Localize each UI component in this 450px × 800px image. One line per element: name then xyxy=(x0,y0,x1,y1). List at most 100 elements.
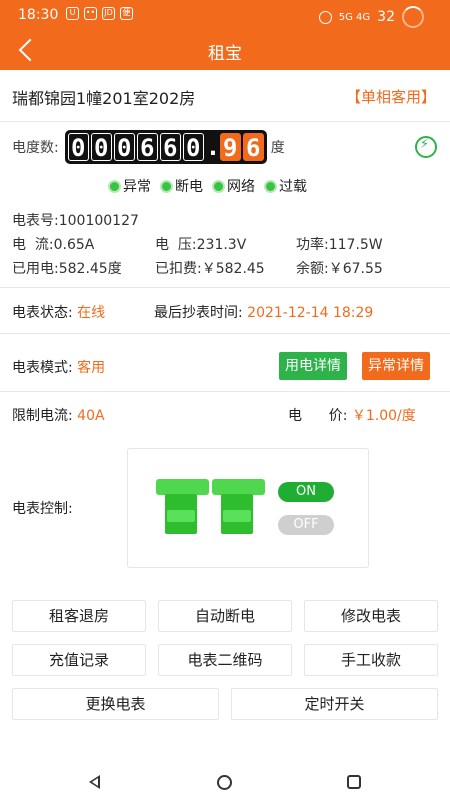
status-bar: 18:30 U •• JD 便 5G 4G 32 xyxy=(0,0,450,30)
meter-control-label: 电表控制: xyxy=(12,501,73,517)
indicator-dot-icon xyxy=(212,179,225,193)
used-value: 582.45度 xyxy=(58,261,122,277)
reading-digit: 0 xyxy=(113,133,135,162)
abnormal-details-button[interactable]: 异常详情 xyxy=(362,352,430,380)
divider xyxy=(0,287,450,288)
reading-digit: 0 xyxy=(90,133,112,162)
lightning-icon[interactable] xyxy=(415,136,437,158)
indicator-network: 网络 xyxy=(212,176,255,196)
status-time: 18:30 xyxy=(18,7,59,23)
indicator-label: 异常 xyxy=(123,179,151,195)
price-label: 电 价: xyxy=(288,408,348,424)
indicator-dot-icon xyxy=(108,179,121,193)
room-row: 瑞都锦园1幢201室202房 【单相客用】 xyxy=(0,70,450,122)
divider xyxy=(0,333,450,334)
indicator-power-off: 断电 xyxy=(160,176,203,196)
system-nav-bar xyxy=(0,762,450,800)
reading-unit: 度 xyxy=(270,140,285,156)
power-value: 117.5W xyxy=(328,237,383,253)
alarm-icon xyxy=(318,10,332,24)
meter-number: 100100127 xyxy=(58,213,139,229)
indicator-label: 网络 xyxy=(227,179,255,195)
auto-cutoff-button[interactable]: 自动断电 xyxy=(158,600,292,632)
current-row: 电 流:0.65A xyxy=(12,234,94,254)
last-read-value: 2021-12-14 18:29 xyxy=(247,305,374,321)
price-value: ￥1.00/度 xyxy=(351,408,416,424)
manual-payment-button[interactable]: 手工收款 xyxy=(304,644,438,676)
indicator-dot-icon xyxy=(160,179,173,193)
reading-decimal-digit: 9 xyxy=(219,133,241,162)
battery-level: 32 xyxy=(377,9,395,25)
notification-icon: U xyxy=(66,7,79,20)
meter-type-badge: 【单相客用】 xyxy=(345,88,436,106)
battery-icon xyxy=(402,6,424,28)
timer-switch-button[interactable]: 定时开关 xyxy=(231,688,438,720)
meter-mode-label: 电表模式: xyxy=(12,360,73,376)
deducted-value: ￥582.45 xyxy=(201,261,265,277)
balance-value: ￥67.55 xyxy=(328,261,383,277)
meter-status-row: 电表状态: 在线 xyxy=(12,302,105,322)
room-name: 瑞都锦园1幢201室202房 xyxy=(12,89,196,108)
voltage-row: 电 压:231.3V xyxy=(155,234,246,254)
current-limit-label: 限制电流: xyxy=(12,408,73,424)
breaker-switch-icon[interactable] xyxy=(212,479,265,534)
meter-status-value: 在线 xyxy=(77,305,106,321)
page-title: 租宝 xyxy=(208,44,242,64)
indicator-row: 异常 断电 网络 过载 xyxy=(108,176,307,196)
meter-qrcode-button[interactable]: 电表二维码 xyxy=(158,644,292,676)
nav-recents-icon[interactable] xyxy=(347,775,361,789)
meter-number-row: 电表号:100100127 xyxy=(12,210,139,230)
last-read-row: 最后抄表时间: 2021-12-14 18:29 xyxy=(154,302,373,322)
power-off-button[interactable]: OFF xyxy=(278,515,334,535)
reading-digit: 6 xyxy=(136,133,158,162)
indicator-label: 断电 xyxy=(175,179,203,195)
app-bar: 租宝 xyxy=(0,30,450,70)
reading-digits: 0 0 0 6 6 0 . 9 6 xyxy=(64,130,267,164)
notification-icon: JD xyxy=(102,7,115,20)
last-read-label: 最后抄表时间: xyxy=(154,305,243,321)
reading-digit: 0 xyxy=(67,133,89,162)
voltage-label: 电 压: xyxy=(155,237,197,253)
meter-mode-row: 电表模式: 客用 xyxy=(12,357,105,377)
deducted-row: 已扣费:￥582.45 xyxy=(155,258,265,278)
current-label: 电 流: xyxy=(12,237,54,253)
current-limit-value: 40A xyxy=(77,408,105,424)
edit-meter-button[interactable]: 修改电表 xyxy=(304,600,438,632)
reading-digit: 0 xyxy=(182,133,204,162)
breaker-stem xyxy=(221,494,253,534)
reading-decimal-digit: 6 xyxy=(242,133,264,162)
deducted-label: 已扣费: xyxy=(155,261,202,277)
balance-row: 余额:￥67.55 xyxy=(296,258,383,278)
power-label: 功率: xyxy=(296,237,329,253)
notification-icons: U •• JD 便 xyxy=(66,7,133,20)
recharge-records-button[interactable]: 充值记录 xyxy=(12,644,146,676)
reading-digit: 6 xyxy=(159,133,181,162)
meter-number-label: 电表号: xyxy=(12,213,59,229)
voltage-value: 231.3V xyxy=(196,237,247,253)
nav-back-icon[interactable] xyxy=(89,775,100,789)
usage-details-button[interactable]: 用电详情 xyxy=(279,352,347,380)
current-value: 0.65A xyxy=(53,237,95,253)
breaker-switch-icon[interactable] xyxy=(156,479,209,534)
used-label: 已用电: xyxy=(12,261,59,277)
indicator-dot-icon xyxy=(264,179,277,193)
reading-decimal-point: . xyxy=(205,133,221,161)
breaker-switch-panel: ON OFF xyxy=(127,448,369,568)
divider xyxy=(0,391,450,392)
notification-icon: 便 xyxy=(120,7,133,20)
price-row: 电 价: ￥1.00/度 xyxy=(288,405,416,425)
breaker-stem xyxy=(165,494,197,534)
meter-control-row: 电表控制: xyxy=(12,498,73,518)
power-on-button[interactable]: ON xyxy=(278,482,334,502)
power-row: 功率:117.5W xyxy=(296,234,383,254)
breaker-cap xyxy=(212,479,265,495)
indicator-label: 过载 xyxy=(279,179,307,195)
indicator-overload: 过载 xyxy=(264,176,307,196)
replace-meter-button[interactable]: 更换电表 xyxy=(12,688,219,720)
meter-reading: 电度数: 0 0 0 6 6 0 . 9 6 度 xyxy=(12,130,285,164)
nav-home-icon[interactable] xyxy=(217,775,232,790)
reading-label: 电度数: xyxy=(12,140,59,156)
tenant-checkout-button[interactable]: 租客退房 xyxy=(12,600,146,632)
notification-icon: •• xyxy=(84,7,97,20)
breaker-cap xyxy=(156,479,209,495)
